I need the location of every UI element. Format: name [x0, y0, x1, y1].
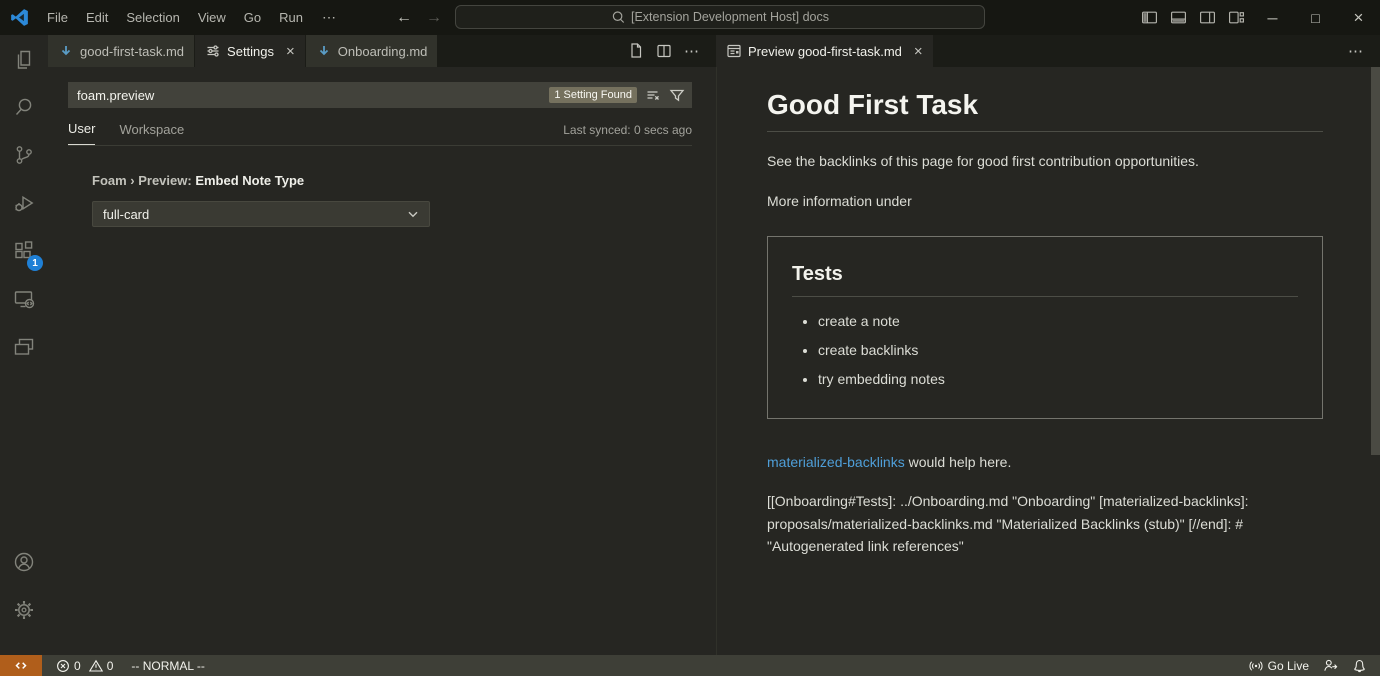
tab-label: Onboarding.md	[338, 44, 428, 59]
split-editor-icon[interactable]	[656, 43, 672, 59]
activity-bar-bottom	[0, 538, 48, 634]
tests-list: create a note create backlinks try embed…	[792, 311, 1298, 390]
extensions-icon[interactable]: 1	[0, 227, 48, 275]
menu-selection[interactable]: Selection	[117, 0, 188, 35]
history-nav: ← →	[396, 0, 442, 35]
activity-bar: 1	[0, 35, 48, 655]
preview-paragraph: More information under	[767, 190, 1323, 212]
preview-title: Good First Task	[767, 80, 1323, 132]
preview-scrollbar[interactable]	[1371, 67, 1380, 455]
close-window-button[interactable]: ×	[1337, 0, 1380, 35]
toggle-sidebar-icon[interactable]	[1135, 0, 1164, 35]
preview-content: Good First Task See the backlinks of thi…	[717, 67, 1380, 558]
extensions-badge: 1	[27, 255, 43, 271]
clear-settings-search-icon[interactable]	[645, 87, 661, 103]
list-item: try embedding notes	[818, 369, 1298, 390]
menu-edit[interactable]: Edit	[77, 0, 117, 35]
setting-category: Foam › Preview:	[92, 173, 195, 188]
link-tail-text: would help here.	[905, 454, 1012, 470]
notifications-bell-icon[interactable]	[1352, 658, 1367, 673]
go-back-button[interactable]: ←	[396, 9, 412, 27]
account-icon[interactable]	[0, 538, 48, 586]
explorer-icon[interactable]	[0, 35, 48, 83]
settings-scope-tabs: User Workspace Last synced: 0 secs ago	[68, 121, 692, 146]
open-settings-json-icon[interactable]	[628, 43, 644, 59]
settings-search-input[interactable]: foam.preview 1 Setting Found	[68, 82, 692, 108]
settings-found-badge: 1 Setting Found	[549, 87, 637, 103]
embedded-note-heading: Tests	[792, 263, 1298, 297]
embedded-note-card: Tests create a note create backlinks try…	[767, 236, 1323, 419]
settings-editor: foam.preview 1 Setting Found User Worksp…	[48, 67, 716, 655]
tab-settings[interactable]: Settings ×	[195, 35, 305, 67]
search-view-icon[interactable]	[0, 83, 48, 131]
scope-tab-user[interactable]: User	[68, 121, 95, 145]
dropdown-value: full-card	[103, 207, 149, 222]
editor-tabs-left: good-first-task.md Settings × Onboarding…	[48, 35, 716, 67]
preview-paragraph: materialized-backlinks would help here.	[767, 451, 1323, 473]
editor-tabs-right: Preview good-first-task.md × ⋯	[716, 35, 1380, 67]
search-icon	[611, 10, 625, 24]
menu-run[interactable]: Run	[270, 0, 312, 35]
source-control-icon[interactable]	[0, 131, 48, 179]
settings-gear-icon[interactable]	[0, 586, 48, 634]
windows-view-icon[interactable]	[0, 323, 48, 371]
editor-actions-right: ⋯	[1348, 35, 1380, 67]
tab-good-first-task[interactable]: good-first-task.md	[48, 35, 194, 67]
preview-paragraph: See the backlinks of this page for good …	[767, 150, 1323, 172]
warning-count: 0	[107, 659, 114, 673]
close-tab-icon[interactable]: ×	[286, 44, 295, 59]
remote-indicator[interactable]	[0, 655, 42, 676]
feedback-icon[interactable]	[1323, 658, 1338, 673]
more-actions-icon[interactable]: ⋯	[684, 42, 700, 60]
setting-title: Foam › Preview: Embed Note Type	[92, 173, 716, 188]
vscode-window: File Edit Selection View Go Run ⋯ ← → [E…	[0, 0, 1380, 676]
menu-go[interactable]: Go	[235, 0, 270, 35]
window-controls: ─ □ ×	[1135, 0, 1380, 35]
last-synced-label: Last synced: 0 secs ago	[563, 123, 692, 145]
more-actions-icon[interactable]: ⋯	[1348, 42, 1364, 60]
tab-onboarding[interactable]: Onboarding.md	[306, 35, 438, 67]
title-bar: File Edit Selection View Go Run ⋯ ← → [E…	[0, 0, 1380, 35]
status-bar: 0 0 -- NORMAL -- Go Live	[0, 655, 1380, 676]
setting-embed-note-type: Foam › Preview: Embed Note Type full-car…	[92, 173, 716, 227]
tab-label: Settings	[227, 44, 274, 59]
maximize-button[interactable]: □	[1294, 0, 1337, 35]
go-live-button[interactable]: Go Live	[1249, 659, 1309, 673]
problems-indicator[interactable]: 0 0	[56, 659, 113, 673]
vim-mode-indicator[interactable]: -- NORMAL --	[131, 659, 205, 673]
settings-search-row: foam.preview 1 Setting Found	[48, 67, 716, 108]
command-center-search[interactable]: [Extension Development Host] docs	[455, 5, 985, 29]
list-item: create backlinks	[818, 340, 1298, 361]
menu-more-button[interactable]: ⋯	[312, 9, 346, 26]
menu-view[interactable]: View	[189, 0, 235, 35]
markdown-preview: Good First Task See the backlinks of thi…	[716, 67, 1380, 655]
customize-layout-icon[interactable]	[1222, 0, 1251, 35]
close-tab-icon[interactable]: ×	[914, 44, 923, 59]
tab-label: Preview good-first-task.md	[748, 44, 902, 59]
go-forward-button[interactable]: →	[426, 9, 442, 27]
menu-file[interactable]: File	[38, 0, 77, 35]
setting-name: Embed Note Type	[195, 173, 304, 188]
embed-note-type-dropdown[interactable]: full-card	[92, 201, 430, 227]
link-references-text: [[Onboarding#Tests]: ../Onboarding.md "O…	[767, 490, 1323, 558]
remote-explorer-icon[interactable]	[0, 275, 48, 323]
error-count: 0	[74, 659, 81, 673]
editor-actions-left: ⋯	[628, 35, 716, 67]
materialized-backlinks-link[interactable]: materialized-backlinks	[767, 454, 905, 470]
toggle-panel-icon[interactable]	[1164, 0, 1193, 35]
chevron-down-icon	[405, 206, 421, 222]
filter-settings-icon[interactable]	[669, 87, 685, 103]
scope-tab-workspace[interactable]: Workspace	[119, 122, 184, 145]
settings-search-value: foam.preview	[77, 88, 154, 103]
tab-label: good-first-task.md	[80, 44, 184, 59]
vscode-logo-icon	[10, 8, 29, 27]
go-live-label: Go Live	[1268, 659, 1309, 673]
command-center-label: [Extension Development Host] docs	[631, 10, 829, 24]
toggle-secondary-sidebar-icon[interactable]	[1193, 0, 1222, 35]
list-item: create a note	[818, 311, 1298, 332]
minimize-button[interactable]: ─	[1251, 0, 1294, 35]
status-bar-right: Go Live	[1249, 658, 1380, 673]
run-debug-icon[interactable]	[0, 179, 48, 227]
tab-preview-good-first-task[interactable]: Preview good-first-task.md ×	[716, 35, 933, 67]
